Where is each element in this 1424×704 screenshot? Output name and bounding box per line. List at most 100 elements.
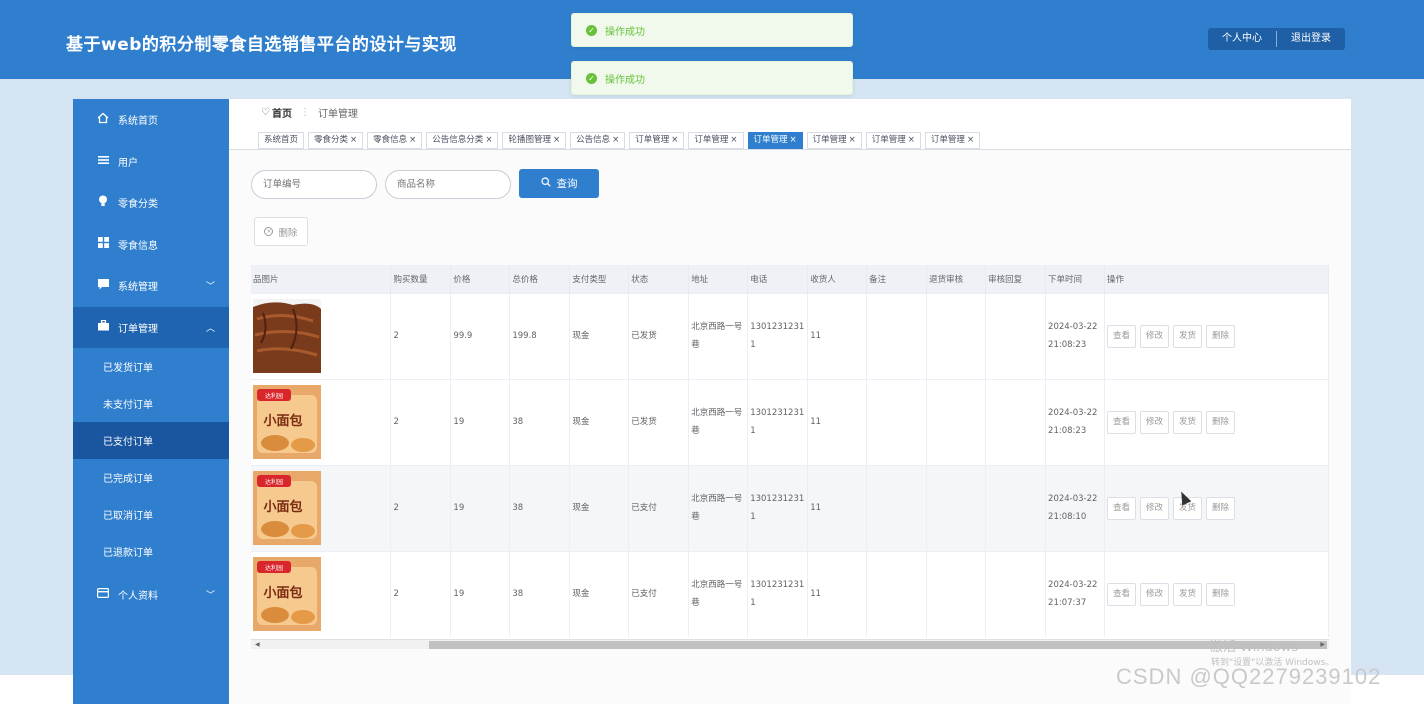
edit-button[interactable]: 修改 [1140,324,1170,348]
batch-delete-button[interactable]: × 删除 [254,217,308,246]
tab-item[interactable]: 公告信息 × [570,132,626,149]
list-icon [96,155,110,168]
view-button[interactable]: 查看 [1107,410,1137,434]
sidebar-subitem-completed-orders[interactable]: 已完成订单 [73,459,229,496]
sidebar-subitem-unpaid-orders[interactable]: 未支付订单 [73,385,229,422]
search-icon [540,177,551,190]
address-line: 巷 [691,340,700,350]
view-button[interactable]: 查看 [1107,324,1137,348]
column-header: 收货人 [807,265,868,293]
sidebar-subitem-paid-orders[interactable]: 已支付订单 [73,422,229,459]
sidebar-item-order-management[interactable]: 订单管理 ︿ [73,306,229,348]
breadcrumb-home[interactable]: 首页 [272,105,292,120]
product-name-input[interactable] [385,170,511,199]
sidebar-item-system-management[interactable]: 系统管理 ﹀ [73,265,229,307]
cell-order-time: 2024-03-22 21:07:37 [1045,550,1106,637]
view-button[interactable]: 查看 [1107,582,1137,606]
delete-button[interactable]: 删除 [1206,582,1236,606]
horizontal-scrollbar[interactable]: ◀ ▶ [251,639,1329,649]
product-image-cell: 达利园 小面包 [251,378,392,465]
edit-button[interactable]: 修改 [1140,410,1170,434]
sidebar-subitem-cancelled-orders[interactable]: 已取消订单 [73,496,229,533]
column-header: 退货审核 [926,265,987,293]
query-button[interactable]: 查询 [519,169,599,198]
order-number-input[interactable] [251,170,377,199]
delete-button[interactable]: 删除 [1206,410,1236,434]
sidebar-item-users[interactable]: 用户 [73,141,229,183]
breadcrumb-separator: ⋮ [299,107,310,118]
scrollbar-thumb[interactable] [429,641,1327,649]
phone-line: 1 [750,598,756,609]
check-icon: ✓ [586,24,597,36]
toast-message: 操作成功 [605,26,645,38]
delete-button[interactable]: 删除 [1206,496,1236,520]
tab-item[interactable]: 零食信息 × [367,132,423,149]
tab-item[interactable]: 公告信息分类 × [426,132,499,149]
tab-item[interactable]: 订单管理 × [747,132,803,149]
cell-qty: 2 [390,464,452,551]
sidebar-item-snack-info[interactable]: 零食信息 [73,224,229,266]
jerky-image [253,299,321,373]
close-icon[interactable]: × [350,135,357,145]
tab-item[interactable]: 订单管理 × [688,132,744,149]
tab-item[interactable]: 系统首页 [258,132,305,149]
bulb-icon [96,195,110,210]
view-button[interactable]: 查看 [1107,496,1137,520]
cell-price: 99.9 [450,292,511,379]
logout-button[interactable]: 退出登录 [1277,28,1345,50]
profile-center-button[interactable]: 个人中心 [1208,28,1276,50]
table-row: 达利园 小面包 2 19 38 现金 已发货 北京西路一号巷 1301231231 1 11 2024… [251,378,1329,465]
close-icon[interactable]: × [553,135,560,145]
tab-item[interactable]: 订单管理 × [865,132,921,149]
phone-line: 1301231231 [750,494,805,504]
product-image-cell: 达利园 小面包 [251,464,392,551]
cell-phone: 1301231231 1 [747,464,809,551]
sidebar-item-label: 零食分类 [118,199,158,211]
cell-order-time: 2024-03-22 21:08:10 [1045,464,1106,551]
cell-status: 已支付 [628,550,690,637]
close-icon[interactable]: × [485,135,492,145]
tab-item[interactable]: 轮播图管理 × [502,132,567,149]
tab-item[interactable]: 订单管理 × [629,132,685,149]
cell-return-review [926,464,987,551]
header-actions: 个人中心 退出登录 [1208,28,1345,50]
close-icon[interactable]: × [409,135,416,145]
sidebar-item-profile[interactable]: 个人资料 ﹀ [73,574,229,616]
order-time: 21:08:10 [1048,512,1087,522]
close-icon[interactable]: × [967,135,974,145]
close-icon[interactable]: × [612,135,619,145]
tab-item[interactable]: 订单管理 × [924,132,981,149]
order-time: 21:07:37 [1048,598,1087,609]
ship-button[interactable]: 发货 [1173,582,1203,606]
edit-button[interactable]: 修改 [1140,496,1170,520]
scroll-right-arrow-icon[interactable]: ▶ [1320,640,1325,649]
orders-table: 品图片 购买数量 价格 总价格 支付类型 状态 地址 电话 收货人 备注 退货审核 审核回复 下单时间操… [251,265,1329,639]
tab-label: 订单管理 [871,135,906,145]
sidebar-subitem-refunded-orders[interactable]: 已退款订单 [73,533,229,570]
ship-button[interactable]: 发货 [1173,410,1203,434]
table-row: 2 99.9 199.8 现金 已发货 北京西路一号巷 1301231231 1 11 2024-… [251,292,1329,379]
close-icon[interactable]: × [730,135,737,145]
sidebar-item-label: 系统首页 [118,116,158,128]
cell-total: 38 [509,378,571,465]
cell-return-review [926,292,987,379]
tab-item[interactable]: 订单管理 × [806,132,862,149]
sidebar-subitem-shipped-orders[interactable]: 已发货订单 [73,348,229,385]
close-icon[interactable]: × [790,135,797,145]
cell-review-reply [985,550,1047,637]
scroll-left-arrow-icon[interactable]: ◀ [255,640,260,649]
cell-note [866,464,928,551]
cell-status: 已发货 [628,292,690,379]
chat-icon [96,278,110,293]
tab-item[interactable]: 零食分类 × [308,132,364,149]
ship-button[interactable]: 发货 [1173,324,1203,348]
edit-button[interactable]: 修改 [1140,582,1170,606]
close-icon[interactable]: × [671,135,678,145]
sidebar-item-snack-category[interactable]: 零食分类 [73,182,229,224]
close-icon[interactable]: × [908,135,915,145]
close-icon[interactable]: × [849,135,856,145]
delete-button[interactable]: 删除 [1206,324,1236,348]
sidebar: 系统首页 用户 零食分类 零食信息 系统管理 ﹀ 订单管理 ︿ 已发货订单 未支… [73,99,229,704]
sidebar-item-home[interactable]: 系统首页 [73,99,229,141]
address-line: 巷 [691,426,700,436]
